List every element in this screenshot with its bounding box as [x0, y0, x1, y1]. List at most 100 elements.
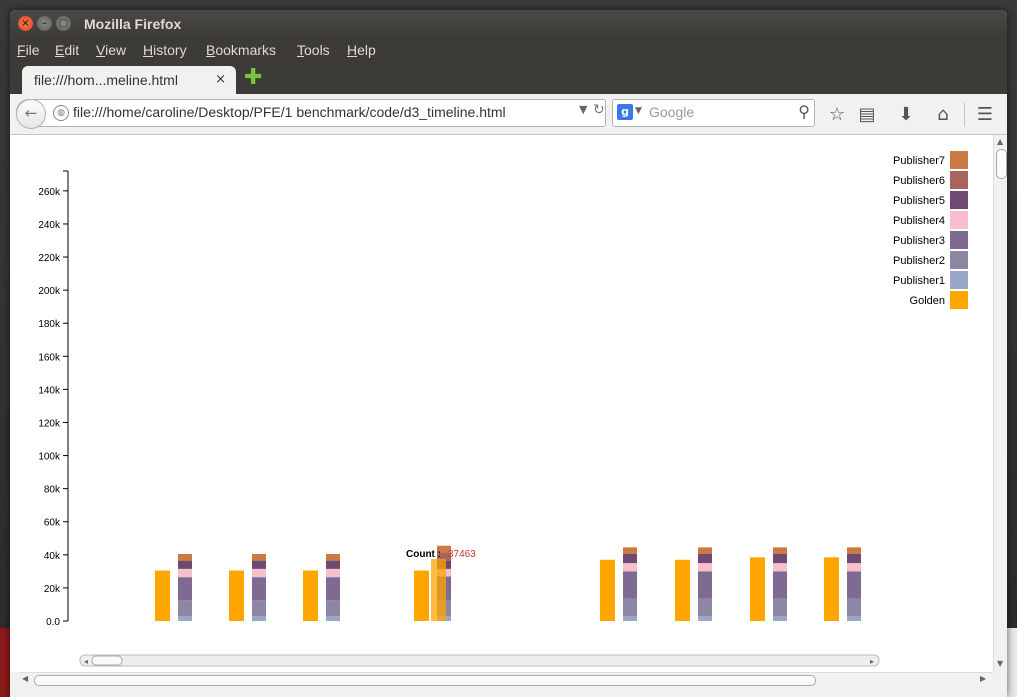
stack-segment-publisher5[interactable]: [178, 560, 192, 569]
golden-bar[interactable]: [600, 559, 615, 621]
stack-segment-publisher3[interactable]: [326, 577, 340, 601]
stack-segment-publisher4[interactable]: [326, 568, 340, 578]
stack-segment-publisher4[interactable]: [773, 563, 787, 572]
stack-segment-publisher7[interactable]: [773, 547, 787, 554]
stack-segment-publisher1[interactable]: [252, 616, 266, 621]
stack-segment-publisher2[interactable]: [326, 600, 340, 617]
stack-segment-publisher5[interactable]: [698, 553, 712, 564]
menu-history[interactable]: History: [143, 42, 187, 58]
stack-segment-publisher3[interactable]: [773, 571, 787, 599]
home-icon[interactable]: ⌂: [932, 104, 954, 126]
page-horizontal-scrollbar-thumb[interactable]: [34, 675, 816, 686]
stack-segment-publisher3[interactable]: [847, 571, 861, 599]
hamburger-menu-icon[interactable]: ☰: [974, 104, 996, 126]
window-maximize-icon[interactable]: □: [56, 16, 71, 31]
stack-segment-publisher7[interactable]: [252, 553, 266, 561]
stack-segment-publisher4[interactable]: [847, 563, 861, 572]
reload-icon[interactable]: ↻: [593, 102, 605, 118]
chart-scrollbar-track[interactable]: [79, 654, 880, 667]
window-minimize-icon[interactable]: –: [37, 16, 52, 31]
stack-segment-publisher3[interactable]: [623, 571, 637, 599]
chart-scrollbar-thumb[interactable]: [91, 655, 123, 666]
page-vertical-scrollbar[interactable]: ▲ ▼: [993, 135, 1007, 672]
menu-file[interactable]: File: [17, 42, 40, 58]
golden-bar[interactable]: [155, 570, 170, 621]
tab-d3-timeline[interactable]: file:///hom...meline.html ×: [22, 66, 236, 94]
stack-segment-publisher4[interactable]: [178, 568, 192, 578]
search-engine-icon[interactable]: g: [617, 104, 633, 120]
page-horizontal-scrollbar[interactable]: ◀ ▶: [20, 672, 993, 687]
stack-segment-publisher1[interactable]: [773, 616, 787, 621]
stack-segment-publisher7[interactable]: [698, 547, 712, 554]
stack-segment-publisher5[interactable]: [252, 560, 266, 569]
window-close-icon[interactable]: ×: [18, 16, 33, 31]
url-bar[interactable]: ← ◍ file:///home/caroline/Desktop/PFE/1 …: [16, 99, 606, 129]
stack-segment-publisher2[interactable]: [698, 598, 712, 617]
stack-segment-publisher1[interactable]: [326, 616, 340, 621]
stack-segment-publisher2[interactable]: [847, 598, 861, 617]
legend-label: Publisher3: [893, 235, 945, 247]
scroll-down-icon[interactable]: ▼: [997, 659, 1003, 668]
golden-bar[interactable]: [824, 557, 839, 621]
menu-view-label: iew: [105, 42, 127, 58]
stack-segment-publisher5[interactable]: [623, 553, 637, 564]
stack-segment-publisher2[interactable]: [252, 600, 266, 617]
hovered-golden-bar[interactable]: [431, 559, 446, 621]
star-icon[interactable]: ☆: [826, 104, 848, 126]
golden-bar[interactable]: [414, 570, 429, 621]
search-input[interactable]: Google: [649, 104, 694, 120]
y-tick-label: 160k: [38, 352, 61, 363]
stack-segment-publisher4[interactable]: [623, 563, 637, 572]
page-content: 260k 240k 220k 200k 180k 160k 140k 120k 100k 80k 6…: [10, 135, 993, 672]
download-arrow-icon[interactable]: ⬇: [895, 104, 917, 126]
golden-bar[interactable]: [675, 559, 690, 621]
stack-segment-publisher2[interactable]: [178, 600, 192, 617]
stack-segment-publisher2[interactable]: [773, 598, 787, 617]
page-vertical-scrollbar-thumb[interactable]: [996, 149, 1007, 179]
stack-segment-publisher7[interactable]: [326, 553, 340, 561]
stack-segment-publisher7[interactable]: [847, 547, 861, 554]
stack-segment-publisher4[interactable]: [698, 563, 712, 572]
url-history-dropdown-icon[interactable]: ▼: [579, 103, 587, 116]
scroll-right-icon[interactable]: ▶: [980, 674, 986, 683]
stack-segment-publisher1[interactable]: [698, 616, 712, 621]
globe-icon[interactable]: ◍: [53, 105, 69, 121]
menu-bar: File Edit View History Bookmarks Tools H…: [10, 38, 1007, 64]
tab-strip: file:///hom...meline.html × ✚: [10, 64, 1007, 94]
stack-segment-publisher5[interactable]: [326, 560, 340, 569]
stack-segment-publisher3[interactable]: [178, 577, 192, 601]
stack-segment-publisher4[interactable]: [252, 568, 266, 578]
stack-segment-publisher1[interactable]: [623, 616, 637, 621]
golden-bar[interactable]: [750, 557, 765, 621]
stack-segment-publisher2[interactable]: [623, 598, 637, 617]
clipboard-icon[interactable]: ▤: [856, 104, 878, 126]
stack-segment-publisher5[interactable]: [773, 553, 787, 564]
search-engine-dropdown-icon[interactable]: ▼: [635, 106, 642, 116]
stack-segment-publisher1[interactable]: [847, 616, 861, 621]
chart-scrollbar[interactable]: ◂ ▸: [79, 654, 880, 667]
magnifier-icon[interactable]: ⚲: [798, 102, 810, 121]
new-tab-plus-icon[interactable]: ✚: [244, 67, 264, 89]
stack-segment-publisher1[interactable]: [178, 616, 192, 621]
y-tick-label: 80k: [44, 485, 61, 496]
stack-segment-publisher3[interactable]: [252, 577, 266, 601]
menu-bookmarks[interactable]: Bookmarks: [206, 42, 276, 58]
chart-scroll-left-icon[interactable]: ◂: [84, 657, 88, 666]
stack-segment-publisher7[interactable]: [623, 547, 637, 554]
tab-close-icon[interactable]: ×: [215, 72, 226, 87]
golden-bar[interactable]: [303, 570, 318, 621]
search-bar[interactable]: g ▼ Google ⚲: [612, 99, 815, 127]
menu-view[interactable]: View: [96, 42, 126, 58]
menu-edit[interactable]: Edit: [55, 42, 79, 58]
url-text[interactable]: file:///home/caroline/Desktop/PFE/1 benc…: [73, 104, 506, 120]
scroll-left-icon[interactable]: ◀: [22, 674, 28, 683]
stack-segment-publisher5[interactable]: [847, 553, 861, 564]
menu-help[interactable]: Help: [347, 42, 376, 58]
chart-scroll-right-icon[interactable]: ▸: [870, 657, 874, 666]
menu-tools[interactable]: Tools: [297, 42, 330, 58]
golden-bar[interactable]: [229, 570, 244, 621]
stack-segment-publisher7[interactable]: [178, 553, 192, 561]
stack-segment-publisher3[interactable]: [698, 571, 712, 599]
back-arrow-icon[interactable]: ←: [16, 99, 46, 129]
scroll-up-icon[interactable]: ▲: [997, 137, 1003, 146]
